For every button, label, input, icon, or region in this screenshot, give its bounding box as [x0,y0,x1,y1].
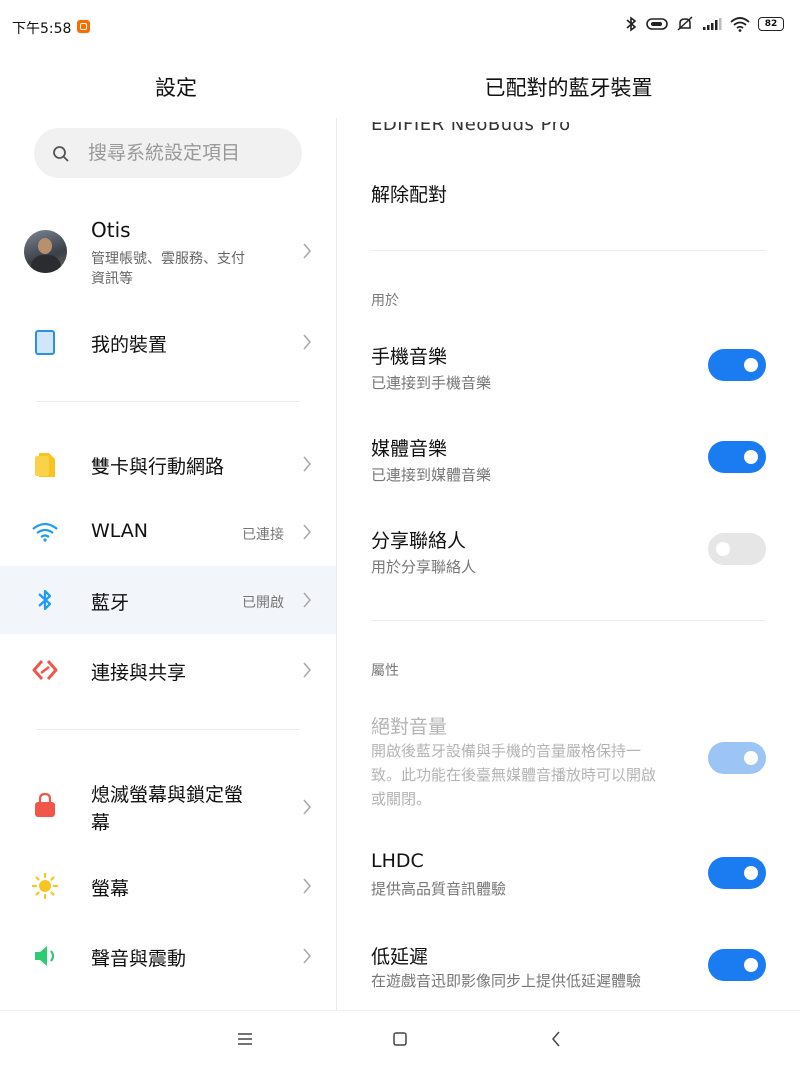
wifi-icon [32,522,58,542]
sidebar-item-label: 連接與共享 [91,662,187,684]
absolute-volume-sub-line1: 開啟後藍牙設備與手機的音量嚴格保持一 [371,742,642,760]
media-audio-title: 媒體音樂 [371,438,448,460]
navigation-bar [0,1010,800,1068]
phone-audio-title: 手機音樂 [371,346,448,368]
sidebar-item-label: 聲音與震動 [91,948,187,970]
sidebar-item-label: 藍牙 [91,592,130,614]
search-icon [53,146,69,162]
device-page-title: 已配對的藍牙裝置 [484,76,653,100]
contacts-toggle[interactable] [708,533,766,565]
chevron-right-icon [303,662,312,678]
sidebar-item-bluetooth[interactable]: 藍牙 已開啟 [0,566,336,634]
sidebar-item-display[interactable]: 螢幕 [0,858,336,914]
divider [371,620,766,621]
share-icon [32,660,58,680]
sidebar-item-label: 螢幕 [91,878,130,900]
sidebar-item-label: 雙卡與行動網路 [91,456,225,478]
low-latency-sub: 在遊戲音迅即影像同步上提供低延遲體驗 [371,972,642,990]
chevron-right-icon [303,243,312,259]
absolute-volume-sub-line2: 致。此功能在後臺無媒體音播放時可以開啟 [371,766,657,784]
profile-desc-line1: 管理帳號、雲服務、支付 [91,251,245,267]
wifi-icon [730,17,750,32]
home-icon[interactable] [392,1031,408,1047]
divider [36,729,300,730]
page-title: 設定 [155,76,197,100]
phone-audio-sub: 已連接到手機音樂 [371,374,492,392]
settings-left-pane: 設定 Otis 管理帳號、雲服務、支付 資訊等 我的裝置 雙卡與行動網路 WLA… [0,52,336,1010]
low-latency-toggle[interactable] [708,949,766,981]
wlan-status: 已連接 [242,527,284,543]
section-properties: 屬性 [371,663,399,679]
profile-desc-line2: 資訊等 [91,271,133,287]
divider [371,250,766,251]
phone-audio-toggle[interactable] [708,349,766,381]
chevron-right-icon [303,524,312,540]
contacts-sub: 用於分享聯絡人 [371,558,477,576]
bluetooth-device-pane: 已配對的藍牙裝置 EDIFIER NeoBuds Pro 解除配對 用於 手機音… [337,52,800,1010]
low-latency-title: 低延遲 [371,946,429,968]
sidebar-item-sound[interactable]: 聲音與震動 [0,928,336,984]
search-input[interactable] [88,128,288,178]
sidebar-item-label-line1: 熄滅螢幕與鎖定螢 [91,784,244,806]
sidebar-item-share[interactable]: 連接與共享 [0,642,336,698]
headset-battery-icon [646,18,668,30]
bluetooth-icon [38,589,52,611]
tablet-icon [35,330,55,355]
battery-icon: 82 [758,17,784,31]
unpair-button[interactable]: 解除配對 [371,180,447,207]
bluetooth-status: 已開啟 [242,595,284,611]
avatar [24,230,67,273]
speaker-icon [35,946,55,966]
lhdc-sub: 提供高品質音訊體驗 [371,880,507,898]
chevron-right-icon [303,334,312,350]
chevron-right-icon [303,456,312,472]
lock-icon [35,792,55,817]
sidebar-item-my-device[interactable]: 我的裝置 [0,316,336,368]
sim-icon [35,453,55,477]
chevron-right-icon [303,878,312,894]
sidebar-item-label: 我的裝置 [91,334,168,356]
status-bar: 下午5:58 82 [0,0,800,52]
sidebar-item-wlan[interactable]: WLAN 已連接 [0,504,336,560]
mute-icon [677,16,693,31]
bluetooth-icon [626,16,637,32]
status-time: 下午5:58 [12,21,72,37]
lhdc-title: LHDC [371,850,424,872]
lhdc-toggle[interactable] [708,857,766,889]
sidebar-item-label-line2: 幕 [91,812,111,834]
back-icon[interactable] [550,1031,562,1047]
absolute-volume-toggle [708,742,766,774]
menu-icon[interactable] [237,1031,253,1047]
app-notification-icon [77,20,90,33]
status-icons: 82 [624,16,784,32]
sidebar-item-sim[interactable]: 雙卡與行動網路 [0,436,336,492]
divider [36,401,300,402]
contacts-title: 分享聯絡人 [371,530,467,552]
chevron-right-icon [303,948,312,964]
absolute-volume-sub-line3: 或關閉。 [371,790,432,808]
media-audio-toggle[interactable] [708,441,766,473]
chevron-right-icon [303,799,312,815]
account-profile[interactable]: Otis 管理帳號、雲服務、支付 資訊等 [0,212,336,292]
media-audio-sub: 已連接到媒體音樂 [371,466,492,484]
chevron-right-icon [303,592,312,608]
profile-name: Otis [91,218,131,242]
absolute-volume-title: 絕對音量 [371,716,448,738]
sidebar-item-label: WLAN [91,520,149,542]
signal-icon [703,18,722,30]
sun-icon [32,873,58,899]
sidebar-item-lock-screen[interactable]: 熄滅螢幕與鎖定螢 幕 [0,770,336,840]
section-use: 用於 [371,293,399,309]
search-box[interactable] [34,128,302,178]
